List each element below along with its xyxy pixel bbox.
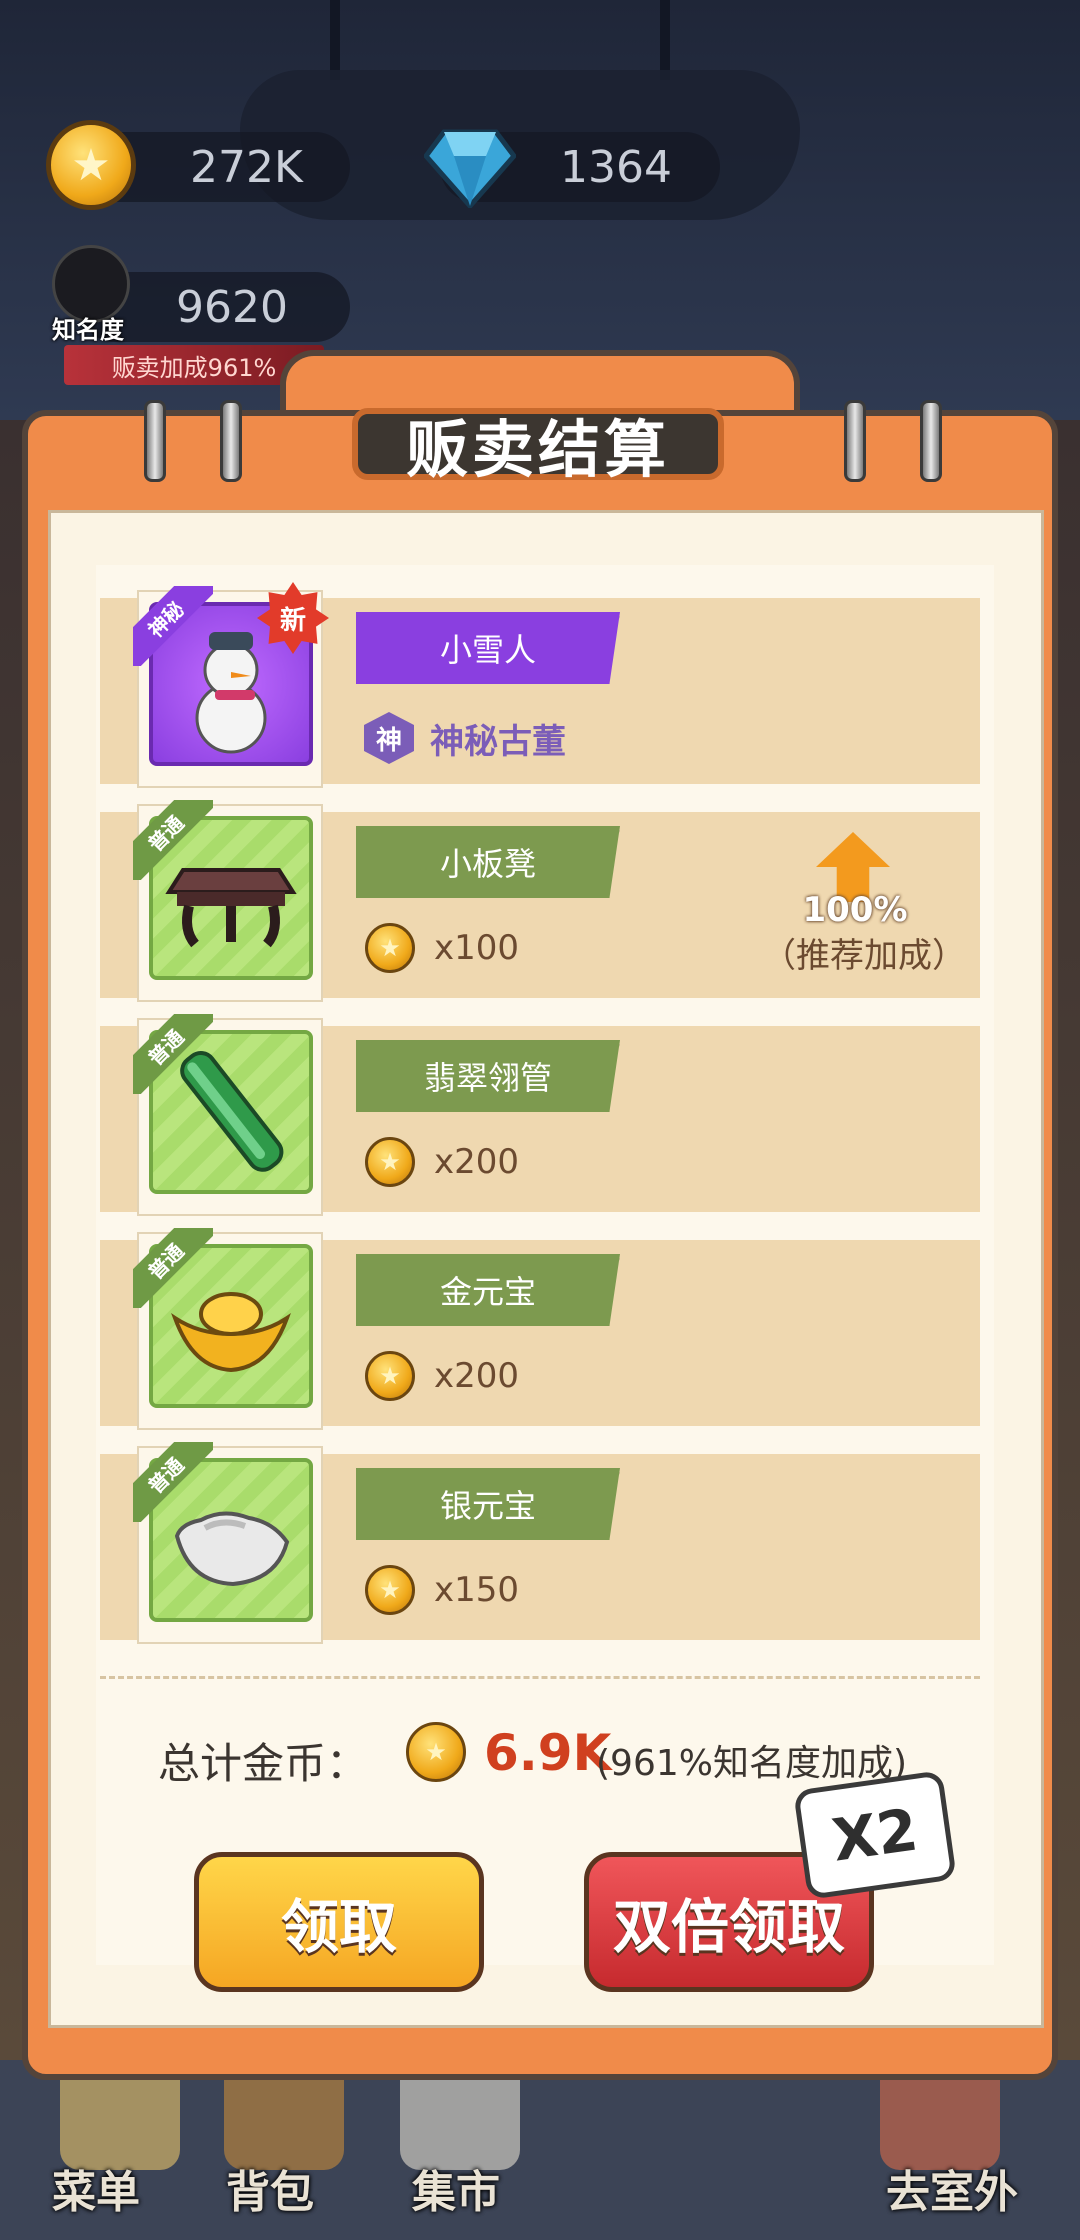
- rarity-ribbon: 普通: [133, 1442, 213, 1522]
- total-value: 6.9K: [484, 1724, 612, 1782]
- rarity-ribbon: 普通: [133, 1228, 213, 1308]
- nav-outdoor[interactable]: 去室外: [886, 2156, 1018, 2220]
- boost-percent: 100%: [802, 890, 908, 930]
- claim-button[interactable]: 领取: [194, 1852, 484, 1992]
- coin-icon: ★: [365, 1565, 415, 1615]
- binder-ring: [220, 400, 242, 482]
- binder-ring: [844, 400, 866, 482]
- binder-ring: [144, 400, 166, 482]
- x2-badge: X2: [793, 1770, 957, 1900]
- item-price: x100: [434, 928, 520, 968]
- item-name: 小雪人: [356, 612, 620, 684]
- boost-label: （推荐加成）: [762, 936, 966, 976]
- rarity-ribbon: 普通: [133, 800, 213, 880]
- item-name: 银元宝: [356, 1468, 620, 1540]
- fame-label: 知名度: [52, 316, 124, 344]
- item-name: 小板凳: [356, 826, 620, 898]
- binder-ring: [920, 400, 942, 482]
- nav-bag[interactable]: 背包: [226, 2156, 314, 2220]
- item-name: 金元宝: [356, 1254, 620, 1326]
- gem-counter-value: 1364: [560, 141, 672, 193]
- item-card[interactable]: 普通: [133, 1228, 323, 1430]
- panel-title: 贩卖结算: [352, 408, 724, 486]
- coin-icon: ★: [365, 923, 415, 973]
- diamond-icon: [424, 129, 516, 208]
- item-card[interactable]: 普通: [133, 1442, 323, 1644]
- nav-market[interactable]: 集市: [412, 2156, 500, 2220]
- item-card[interactable]: 普通: [133, 1014, 323, 1216]
- item-card[interactable]: 普通: [133, 800, 323, 1002]
- item-card[interactable]: 神秘 新: [133, 582, 329, 788]
- coin-icon: ★: [365, 1137, 415, 1187]
- coin-icon: ★: [406, 1722, 466, 1782]
- fame-counter-value: 9620: [176, 281, 288, 333]
- coin-icon: ★: [46, 120, 136, 210]
- item-price: x200: [434, 1356, 520, 1396]
- item-price: x150: [434, 1570, 520, 1610]
- nav-menu[interactable]: 菜单: [52, 2156, 140, 2220]
- item-name: 翡翠翎管: [356, 1040, 620, 1112]
- rarity-ribbon: 普通: [133, 1014, 213, 1094]
- rarity-label: 神秘古董: [430, 722, 566, 762]
- total-note: (961%知名度加成): [596, 1743, 908, 1784]
- coin-counter-value: 272K: [190, 141, 303, 193]
- total-label: 总计金币：: [158, 1739, 369, 1788]
- item-price: x200: [434, 1142, 520, 1182]
- lamp-string: [330, 0, 340, 80]
- divider: [100, 1676, 980, 1679]
- lamp-string: [660, 0, 670, 80]
- rarity-ribbon: 神秘: [133, 586, 213, 666]
- coin-icon: ★: [365, 1351, 415, 1401]
